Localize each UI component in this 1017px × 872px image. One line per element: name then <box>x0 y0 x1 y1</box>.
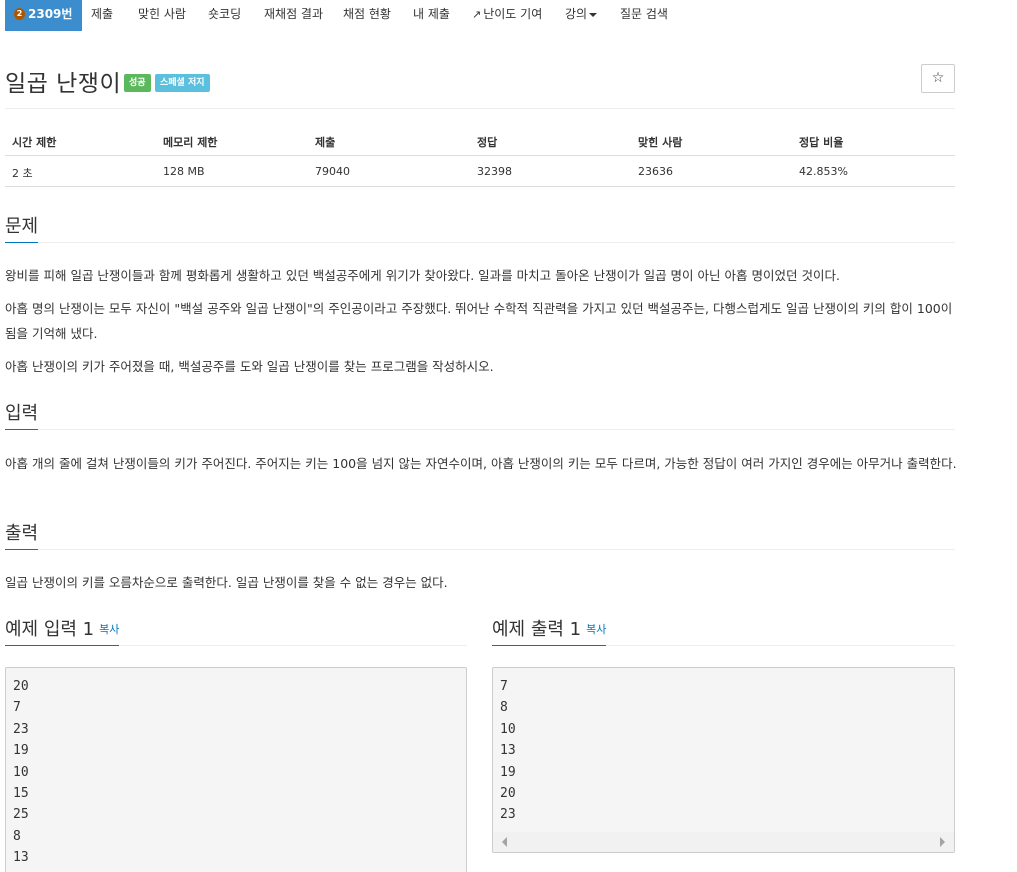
nav-submit[interactable]: 제출 <box>91 0 113 31</box>
nav-lecture-dropdown[interactable]: 강의 <box>565 0 598 31</box>
header-solved-users: 맞힌 사람 <box>638 136 683 149</box>
caret-down-icon <box>589 12 598 17</box>
code-line: 25 <box>13 807 29 823</box>
nav-rejudge-results[interactable]: 재채점 결과 <box>264 0 323 31</box>
problem-info-table: 시간 제한 메모리 제한 제출 정답 맞힌 사람 정답 비율 2 초 128 M… <box>5 125 955 187</box>
nav-solved-users[interactable]: 맞힌 사람 <box>138 0 186 31</box>
header-submissions: 제출 <box>315 136 336 149</box>
sample-output-title: 예제 출력 1 복사 <box>492 615 607 646</box>
success-badge: 성공 <box>124 74 151 92</box>
output-heading: 출력 <box>5 519 955 550</box>
input-paragraph: 아홉 개의 줄에 걸쳐 난쟁이들의 키가 주어진다. 주어지는 키는 100을 … <box>5 456 957 471</box>
problem-number-tab[interactable]: 2 2309번 <box>5 0 83 31</box>
sample-input-code[interactable]: 20 7 23 19 10 15 25 8 13 <box>5 667 467 872</box>
description-title: 문제 <box>5 212 39 243</box>
problem-header: 일곱 난쟁이 성공 스페셜 저지 ☆ <box>5 64 955 97</box>
description-heading: 문제 <box>5 212 955 243</box>
problem-title: 일곱 난쟁이 <box>5 71 122 97</box>
copy-sample-input-button[interactable]: 복사 <box>99 623 119 636</box>
value-accepted-ratio: 42.853% <box>799 165 848 178</box>
value-memory-limit: 128 MB <box>163 165 205 178</box>
favorite-star-button[interactable]: ☆ <box>921 64 955 93</box>
scroll-right-arrow-icon[interactable] <box>940 837 945 847</box>
code-line: 19 <box>13 743 29 759</box>
problem-menu: 2 2309번 제출 맞힌 사람 숏코딩 재채점 결과 채점 현황 내 제출 ↗ 난… <box>0 0 1017 31</box>
code-line: 10 <box>500 721 516 737</box>
sample-input-heading: 예제 입력 1 복사 <box>5 615 467 646</box>
sample-output-heading: 예제 출력 1 복사 <box>492 615 955 646</box>
code-line: 23 <box>13 721 29 737</box>
code-line: 10 <box>13 764 29 780</box>
value-solved-users: 23636 <box>638 165 673 178</box>
code-line: 8 <box>13 828 21 844</box>
table-row: 2 초 128 MB 79040 32398 23636 42.853% <box>5 156 955 187</box>
code-line: 7 <box>13 700 21 716</box>
sample-input-title: 예제 입력 1 복사 <box>5 615 120 646</box>
nav-status[interactable]: 채점 현황 <box>343 0 391 31</box>
nav-difficulty-contribution[interactable]: ↗ 난이도 기여 <box>472 0 542 31</box>
external-link-icon: ↗ <box>472 8 482 21</box>
scroll-left-arrow-icon[interactable] <box>502 837 507 847</box>
nav-my-submissions[interactable]: 내 제출 <box>413 0 450 31</box>
sample-input-label: 예제 입력 1 <box>5 619 95 640</box>
special-judge-badge: 스페셜 저지 <box>155 74 210 92</box>
code-line: 13 <box>500 743 516 759</box>
star-icon: ☆ <box>931 70 945 86</box>
input-heading: 입력 <box>5 399 955 430</box>
output-title: 출력 <box>5 519 39 550</box>
code-line: 20 <box>500 785 516 801</box>
nav-lecture-label: 강의 <box>565 7 588 21</box>
code-line: 20 <box>13 679 29 694</box>
header-memory-limit: 메모리 제한 <box>163 136 218 149</box>
code-line: 8 <box>500 700 508 716</box>
nav-short-coding[interactable]: 숏코딩 <box>208 0 241 31</box>
code-line: 15 <box>13 785 29 801</box>
code-line: 13 <box>13 850 29 866</box>
code-line: 7 <box>500 679 508 694</box>
code-line: 23 <box>500 807 516 823</box>
description-paragraph-3: 아홉 난쟁이의 키가 주어졌을 때, 백설공주를 도와 일곱 난쟁이를 찾는 프… <box>5 359 494 374</box>
header-time-limit: 시간 제한 <box>12 136 57 149</box>
nav-difficulty-label: 난이도 기여 <box>483 7 543 21</box>
description-paragraph-1: 왕비를 피해 일곱 난쟁이들과 함께 평화롭게 생활하고 있던 백설공주에게 위… <box>5 268 840 283</box>
value-submissions: 79040 <box>315 165 350 178</box>
value-time-limit: 2 초 <box>12 167 33 180</box>
horizontal-scrollbar[interactable] <box>493 832 954 852</box>
input-title: 입력 <box>5 399 39 430</box>
output-paragraph: 일곱 난쟁이의 키를 오름차순으로 출력한다. 일곱 난쟁이를 찾을 수 없는 … <box>5 575 448 590</box>
header-accepted-ratio: 정답 비율 <box>799 136 844 149</box>
sample-output-code[interactable]: 7 8 10 13 19 20 23 <box>492 667 955 853</box>
nav-question-search[interactable]: 질문 검색 <box>620 0 668 31</box>
problem-number-label: 2309번 <box>28 7 73 21</box>
title-divider <box>5 108 955 109</box>
table-header-row: 시간 제한 메모리 제한 제출 정답 맞힌 사람 정답 비율 <box>5 125 955 156</box>
sample-output-label: 예제 출력 1 <box>492 619 582 640</box>
header-accepted: 정답 <box>477 136 498 149</box>
description-paragraph-2: 아홉 명의 난쟁이는 모두 자신이 "백설 공주와 일곱 난쟁이"의 주인공이라… <box>5 301 953 341</box>
tier-badge-icon: 2 <box>14 7 25 20</box>
code-line: 19 <box>500 764 516 780</box>
value-accepted: 32398 <box>477 165 512 178</box>
copy-sample-output-button[interactable]: 복사 <box>586 623 606 636</box>
